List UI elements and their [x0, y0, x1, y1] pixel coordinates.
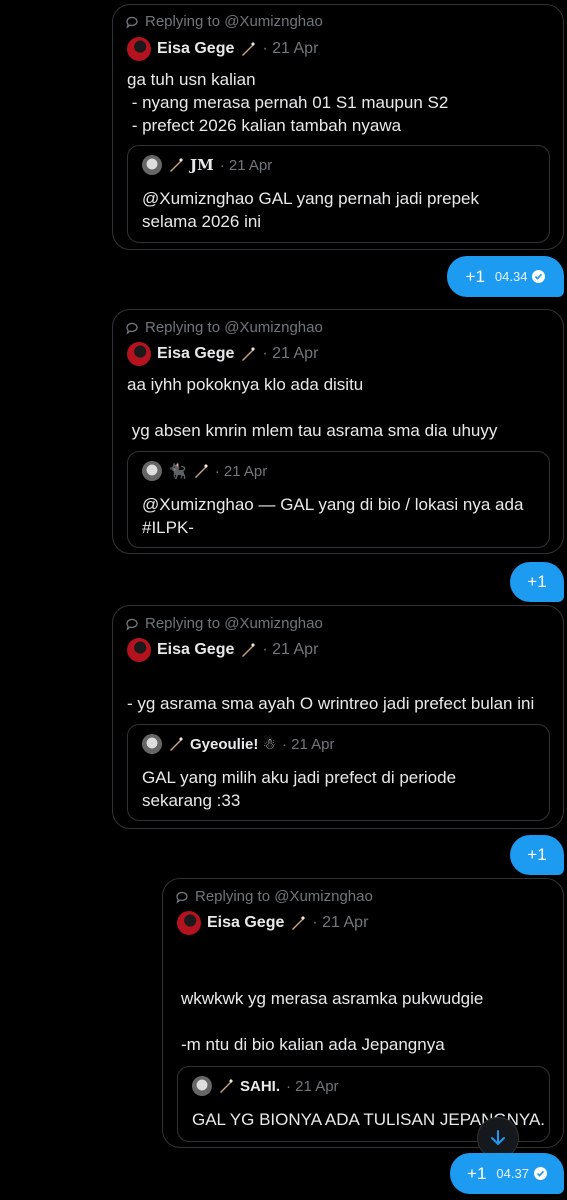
reply-bubble[interactable]: +1 [510, 835, 564, 875]
post-text: - yg asrama sma ayah O wrintreo jadi pre… [127, 694, 535, 713]
quill-icon [170, 737, 183, 751]
avatar[interactable] [127, 342, 151, 366]
quoted-avatar [142, 461, 162, 481]
quoted-avatar [142, 734, 162, 754]
reply-bubble-label: +1 [527, 572, 547, 591]
message-time-text: 04.34 [494, 269, 528, 284]
reply-bubble-icon [126, 322, 138, 335]
reply-bubble-icon [126, 618, 138, 631]
quoted-text: @Xumiznghao GAL yang pernah jadi prepek … [142, 189, 480, 231]
reply-bubble-icon [126, 16, 138, 29]
reply-bubble-icon [176, 891, 188, 904]
message-time: 04.37 [496, 1166, 547, 1181]
reply-bubble-label: +1 [467, 1163, 487, 1183]
quoted-text: @Xumiznghao — GAL yang di bio / lokasi n… [142, 495, 524, 537]
quoted-text: GAL yang milih aku jadi prefect di perio… [142, 768, 457, 810]
reply-bubble[interactable]: +1 04.34 [447, 256, 564, 297]
author-name[interactable]: Eisa Gege [157, 345, 234, 363]
quill-icon [242, 643, 256, 657]
quill-icon [242, 347, 256, 361]
author-name[interactable]: Eisa Gege [157, 40, 234, 58]
replying-to-line: Replying to @Xumiznghao [125, 319, 323, 336]
replying-to-text: Replying to @Xumiznghao [145, 615, 323, 632]
quill-icon [242, 42, 256, 56]
post-date: · 21 Apr [262, 40, 319, 57]
shared-post-card[interactable]: Replying to @Xumiznghao Eisa Gege · 21 A… [112, 605, 564, 829]
quoted-avatar [142, 155, 162, 175]
quoted-avatar [192, 1076, 212, 1096]
replying-to-text: Replying to @Xumiznghao [145, 319, 323, 336]
author-name[interactable]: Eisa Gege [157, 641, 234, 659]
post-date: · 21 Apr [262, 345, 319, 362]
quoted-post[interactable]: JM · 21 Apr @Xumiznghao GAL yang pernah … [127, 145, 550, 243]
quoted-author: SAHI. · 21 Apr [192, 1076, 339, 1096]
avatar[interactable] [127, 638, 151, 662]
quoted-date: · 21 Apr [214, 462, 268, 480]
quoted-author-name: JM [190, 156, 214, 174]
reply-bubble[interactable]: +1 [510, 562, 564, 602]
reply-bubble-label: +1 [527, 845, 547, 864]
shared-post-card[interactable]: Replying to @Xumiznghao Eisa Gege · 21 A… [162, 878, 564, 1148]
reply-bubble-label: +1 [465, 266, 485, 286]
quoted-author: 🐈‍⬛ · 21 Apr [142, 461, 267, 481]
shared-post-card[interactable]: Replying to @Xumiznghao Eisa Gege · 21 A… [112, 309, 564, 554]
quoted-post[interactable]: 🐈‍⬛ · 21 Apr @Xumiznghao — GAL yang di b… [127, 451, 550, 548]
quoted-post[interactable]: Gyeoulie! ☃ · 21 Apr GAL yang milih aku … [127, 724, 550, 821]
post-author[interactable]: Eisa Gege · 21 Apr [127, 342, 318, 366]
replying-to-text: Replying to @Xumiznghao [145, 13, 323, 30]
replying-to-line: Replying to @Xumiznghao [175, 888, 373, 905]
quoted-author: Gyeoulie! ☃ · 21 Apr [142, 734, 335, 754]
post-date: · 21 Apr [262, 641, 319, 658]
post-author[interactable]: Eisa Gege · 21 Apr [127, 638, 318, 662]
avatar[interactable] [127, 37, 151, 61]
author-name[interactable]: Eisa Gege [207, 914, 284, 932]
quoted-date: · 21 Apr [286, 1077, 339, 1095]
post-date: · 21 Apr [312, 914, 369, 931]
message-time: 04.34 [495, 269, 546, 284]
quill-icon [170, 158, 183, 172]
post-text: aa iyhh pokoknya klo ada disitu yg absen… [127, 375, 498, 440]
post-author[interactable]: Eisa Gege · 21 Apr [127, 37, 318, 61]
post-author[interactable]: Eisa Gege · 21 Apr [177, 911, 368, 935]
quill-icon [194, 464, 208, 478]
post-text: ga tuh usn kalian - nyang merasa pernah … [127, 70, 449, 135]
quoted-date: · 21 Apr [219, 156, 273, 174]
quill-icon [220, 1079, 233, 1093]
quill-icon [292, 916, 306, 930]
arrow-down-icon [491, 1130, 505, 1145]
replying-to-line: Replying to @Xumiznghao [125, 13, 323, 30]
post-text: wkwkwk yg merasa asramka pukwudgie -m nt… [181, 989, 484, 1054]
quoted-date: · 21 Apr [281, 735, 335, 753]
read-check-icon [533, 1167, 547, 1180]
shared-post-card[interactable]: Replying to @Xumiznghao Eisa Gege · 21 A… [112, 4, 564, 250]
reply-bubble[interactable]: +1 04.37 [450, 1153, 564, 1194]
avatar[interactable] [177, 911, 201, 935]
message-time-text: 04.37 [496, 1166, 529, 1181]
quoted-author-name: 🐈‍⬛ [168, 463, 187, 480]
quoted-author-name: SAHI. [240, 1077, 281, 1095]
replying-to-text: Replying to @Xumiznghao [195, 888, 373, 905]
quoted-author: JM · 21 Apr [142, 155, 272, 175]
replying-to-line: Replying to @Xumiznghao [125, 615, 323, 632]
quoted-author-name: Gyeoulie! ☃ [190, 736, 276, 753]
read-check-icon [532, 270, 546, 283]
